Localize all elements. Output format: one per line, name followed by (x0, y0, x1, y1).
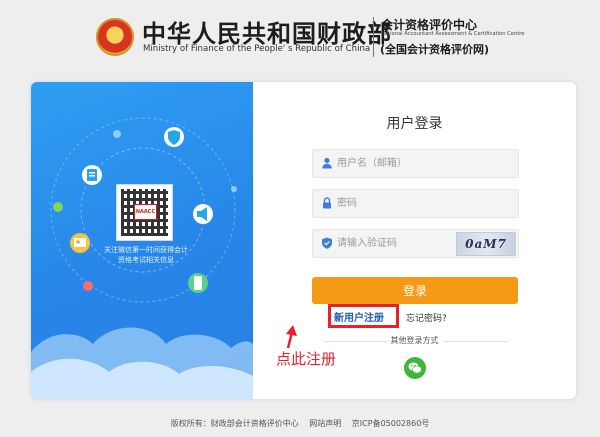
document-badge-icon (82, 165, 102, 185)
orbit-dot (231, 186, 237, 192)
orbit-dot (53, 202, 63, 212)
wechat-login-button[interactable] (404, 357, 426, 379)
forgot-password-link[interactable]: 忘记密码? (406, 311, 447, 324)
wechat-qr-code: NAACC (116, 184, 173, 241)
annotation-text: 点此注册 (276, 350, 337, 368)
qr-caption: 关注微信第一时间获得会计资格考试相关信息 (104, 246, 188, 264)
shield-badge-icon (164, 127, 184, 147)
orbit-dot (113, 130, 121, 138)
shield-icon (322, 237, 332, 249)
id-card-badge-icon (70, 233, 90, 253)
user-icon (322, 157, 332, 169)
login-button[interactable]: 登录 (312, 277, 518, 304)
center-portal-name: (全国会计资格评价网) (380, 43, 490, 56)
captcha-field[interactable]: 0aM7 (312, 229, 519, 258)
captcha-image[interactable]: 0aM7 (456, 232, 516, 256)
ministry-name-en: Ministry of Finance of the People' s Rep… (143, 44, 371, 54)
username-field[interactable] (312, 149, 519, 178)
promo-panel: NAACC 关注微信第一时间获得会计资格考试相关信息 (31, 82, 253, 399)
phone-badge-icon (188, 273, 208, 293)
site-footer: 版权所有：财政部会计资格评价中心 网站声明 京ICP备05002860号 (0, 418, 600, 429)
center-name-en: National Accountant Assessment & Certifi… (381, 31, 525, 37)
login-title: 用户登录 (386, 116, 443, 132)
footer-copyright: 版权所有：财政部会计资格评价中心 (170, 419, 299, 428)
lock-icon (323, 197, 331, 209)
qr-logo: NAACC (134, 204, 157, 220)
footer-statement-link[interactable]: 网站声明 (309, 419, 341, 428)
password-input[interactable] (337, 190, 457, 217)
annotation-arrow-icon (286, 325, 297, 349)
national-emblem-icon (96, 18, 134, 56)
footer-icp: 京ICP备05002860号 (351, 419, 430, 428)
captcha-input[interactable] (337, 230, 457, 257)
password-field[interactable] (312, 189, 519, 218)
orbit-dot (83, 281, 93, 291)
username-input[interactable] (337, 150, 457, 177)
megaphone-badge-icon (193, 204, 213, 224)
header-divider (373, 17, 374, 57)
register-link[interactable]: 新用户注册 (334, 309, 384, 324)
wechat-icon (408, 362, 422, 374)
site-header: 中华人民共和国财政部 Ministry of Finance of the Pe… (0, 0, 600, 76)
